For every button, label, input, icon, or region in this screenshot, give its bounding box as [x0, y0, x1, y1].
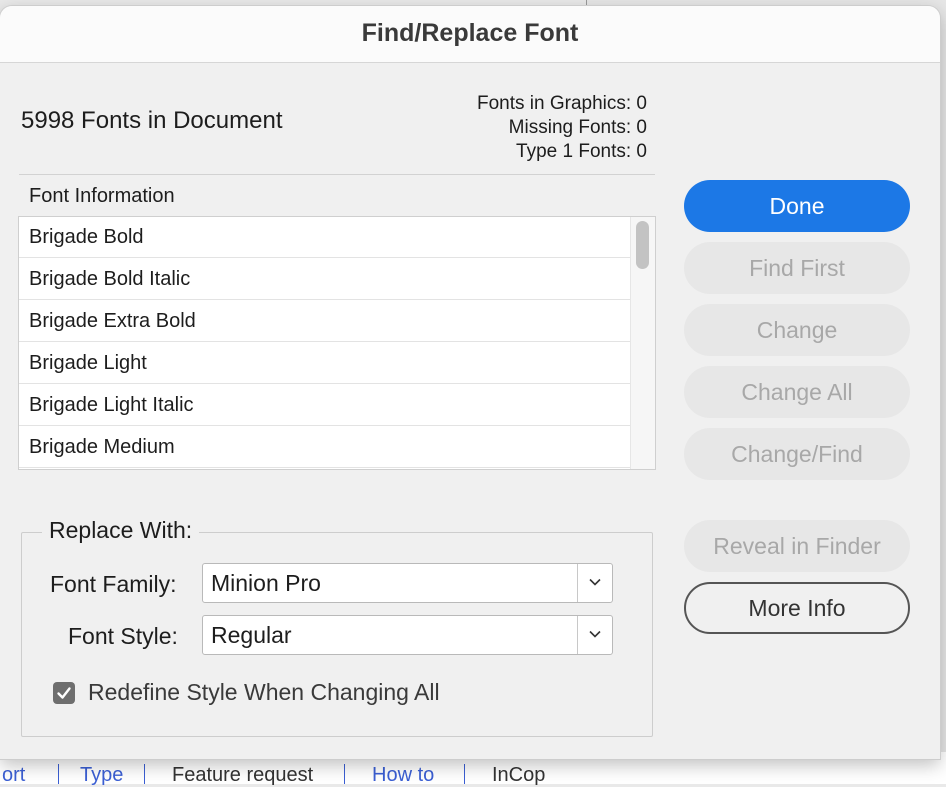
- find-first-button[interactable]: Find First: [684, 242, 910, 294]
- redefine-style-checkbox[interactable]: [53, 682, 75, 704]
- font-family-dropdown-button[interactable]: [577, 564, 612, 602]
- font-style-dropdown-button[interactable]: [577, 616, 612, 654]
- chevron-down-icon: [589, 578, 601, 586]
- more-info-button[interactable]: More Info: [684, 582, 910, 634]
- font-list-item[interactable]: Brigade Light: [19, 343, 630, 384]
- done-button[interactable]: Done: [684, 180, 910, 232]
- redefine-style-label[interactable]: Redefine Style When Changing All: [88, 679, 440, 706]
- missing-fonts-stat: Missing Fonts: 0: [508, 117, 647, 138]
- type1-fonts-stat: Type 1 Fonts: 0: [516, 141, 647, 162]
- font-list[interactable]: Brigade Bold Brigade Bold Italic Brigade…: [18, 216, 656, 470]
- change-all-button[interactable]: Change All: [684, 366, 910, 418]
- font-style-select[interactable]: Regular: [202, 615, 613, 655]
- scrollbar-thumb[interactable]: [636, 221, 649, 269]
- replace-with-legend: Replace With:: [42, 517, 200, 544]
- background-tag-separator: [58, 764, 59, 784]
- background-tag-separator: [344, 764, 345, 784]
- font-stats: Fonts in Graphics: 0 Missing Fonts: 0 Ty…: [477, 92, 647, 164]
- font-information-label: Font Information: [29, 185, 175, 207]
- divider: [19, 174, 655, 175]
- checkmark-icon: [57, 687, 71, 699]
- font-style-label: Font Style:: [68, 623, 178, 649]
- change-find-button[interactable]: Change/Find: [684, 428, 910, 480]
- fonts-count-label: 5998 Fonts in Document: [21, 107, 283, 134]
- fonts-in-graphics-stat: Fonts in Graphics: 0: [476, 93, 647, 114]
- background-tag-separator: [464, 764, 465, 784]
- reveal-in-finder-button[interactable]: Reveal in Finder: [684, 520, 910, 572]
- font-list-item[interactable]: Brigade Medium: [19, 427, 630, 468]
- font-list-item[interactable]: Brigade Light Italic: [19, 385, 630, 426]
- font-list-item[interactable]: Brigade Extra Bold: [19, 301, 630, 342]
- font-list-scrollbar[interactable]: [630, 217, 655, 469]
- change-button[interactable]: Change: [684, 304, 910, 356]
- find-replace-font-dialog: Find/Replace Font 5998 Fonts in Document…: [0, 6, 940, 759]
- font-family-label: Font Family:: [50, 571, 177, 597]
- font-list-item[interactable]: Brigade Bold Italic: [19, 259, 630, 300]
- chevron-down-icon: [589, 630, 601, 638]
- font-list-item[interactable]: Brigade Bold: [19, 217, 630, 258]
- background-tag-separator: [144, 764, 145, 784]
- font-family-select[interactable]: Minion Pro: [202, 563, 613, 603]
- font-style-value: Regular: [211, 622, 292, 648]
- dialog-title: Find/Replace Font: [0, 6, 940, 63]
- font-family-value: Minion Pro: [211, 570, 321, 596]
